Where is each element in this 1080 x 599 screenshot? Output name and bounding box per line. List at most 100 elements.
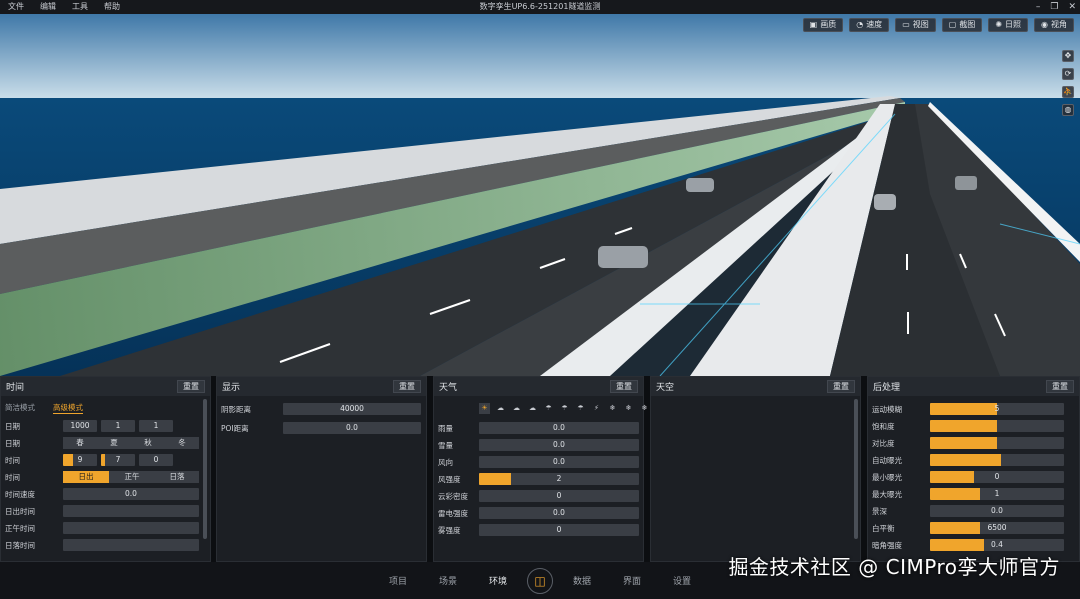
close-icon[interactable]: ✕ <box>1068 0 1076 14</box>
setting-slider[interactable]: 0.0 <box>479 456 639 468</box>
slider-value: 0 <box>556 491 562 500</box>
slider-fill <box>930 403 997 415</box>
poi-distance-field[interactable]: 0.0 <box>283 422 421 434</box>
menu-file[interactable]: 文件 <box>0 0 32 14</box>
sunrise-time-field[interactable] <box>63 505 199 517</box>
home-button[interactable]: ◫ <box>527 567 553 594</box>
reset-button[interactable]: 重置 <box>610 380 638 393</box>
setting-slider[interactable]: 0 <box>479 490 639 502</box>
scene-viewport[interactable]: 云层高度0.6云朵速度0.07云朵方向0.0云朵阴影雾密度0.01雾范围5000… <box>0 14 1080 376</box>
setting-slider[interactable] <box>930 420 1064 432</box>
view-icon: ▭ <box>902 20 910 29</box>
view-button[interactable]: ▭ 视图 <box>895 18 936 32</box>
setting-slider[interactable]: 0.0 <box>479 439 639 451</box>
slider-value: 0.0 <box>553 440 565 449</box>
nav-settings[interactable]: 设置 <box>657 574 707 587</box>
slider-value: 0 <box>994 472 1000 481</box>
setting-label: 自动曝光 <box>872 456 902 465</box>
nav-environment[interactable]: 环境 <box>473 574 523 587</box>
snow-icon[interactable]: ❄ <box>607 403 618 414</box>
year-field[interactable]: 1000 <box>63 420 97 432</box>
storm-icon[interactable]: ⚡ <box>591 403 602 414</box>
shadow-distance-field[interactable]: 40000 <box>283 403 421 415</box>
mode-sunset[interactable]: 日落 <box>155 471 199 483</box>
setting-slider[interactable]: 0.0 <box>930 505 1064 517</box>
screenshot-button[interactable]: ▢ 截图 <box>941 18 983 32</box>
restore-icon[interactable]: ❐ <box>1050 0 1058 14</box>
scrollbar[interactable] <box>203 399 207 539</box>
setting-slider[interactable] <box>930 454 1064 466</box>
panel-header: 天气 重置 <box>434 377 643 396</box>
slider-value: 0.0 <box>553 508 565 517</box>
quality-button[interactable]: ▣ 画质 <box>802 18 844 32</box>
slider-value: 1 <box>994 489 1000 498</box>
slider-fill <box>479 473 511 485</box>
nav-interface[interactable]: 界面 <box>607 574 657 587</box>
day-field[interactable]: 1 <box>139 420 173 432</box>
cloud-icon[interactable]: ☁ <box>495 403 506 414</box>
tab-advanced[interactable]: 高级模式 <box>53 402 83 414</box>
globe-icon[interactable]: ◍ <box>1062 104 1074 116</box>
setting-slider[interactable]: 2 <box>479 473 639 485</box>
menu-edit[interactable]: 编辑 <box>32 0 64 14</box>
setting-slider[interactable]: 0.0 <box>479 507 639 519</box>
rain-icon[interactable]: ☂ <box>543 403 554 414</box>
reset-button[interactable]: 重置 <box>1046 380 1074 393</box>
nav-scene[interactable]: 场景 <box>423 574 473 587</box>
minute-field[interactable]: 7 <box>101 454 135 466</box>
season-winter[interactable]: 冬 <box>165 437 199 449</box>
cloud-icon[interactable]: ☁ <box>511 403 522 414</box>
setting-label: 云彩密度 <box>438 492 468 501</box>
setting-slider[interactable]: 0.4 <box>930 539 1064 551</box>
setting-label: 风强度 <box>438 475 461 484</box>
setting-slider[interactable]: 0 <box>930 471 1064 483</box>
time-speed-label: 时间速度 <box>5 490 35 499</box>
scene-render: 云层高度0.6云朵速度0.07云朵方向0.0云朵阴影雾密度0.01雾范围5000… <box>0 14 1080 376</box>
scrollbar[interactable] <box>854 399 858 539</box>
sun-icon[interactable]: ☀ <box>479 403 490 414</box>
season-summer[interactable]: 夏 <box>97 437 131 449</box>
sunset-time-field[interactable] <box>63 539 199 551</box>
menu-help[interactable]: 帮助 <box>96 0 128 14</box>
setting-slider[interactable]: 6500 <box>930 522 1064 534</box>
speed-button[interactable]: ◔ 速度 <box>849 18 890 32</box>
mode-noon[interactable]: 正午 <box>109 471 155 483</box>
slider-fill <box>930 488 980 500</box>
setting-slider[interactable] <box>930 437 1064 449</box>
reset-button[interactable]: 重置 <box>827 380 855 393</box>
setting-label: 雨量 <box>438 424 453 433</box>
setting-slider[interactable]: 0 <box>479 524 639 536</box>
tab-simple[interactable]: 简洁模式 <box>5 402 35 414</box>
mode-sunrise[interactable]: 日出 <box>63 471 109 483</box>
reset-button[interactable]: 重置 <box>393 380 421 393</box>
setting-slider[interactable]: 1 <box>930 488 1064 500</box>
nav-data[interactable]: 数据 <box>557 574 607 587</box>
setting-slider[interactable]: 5 <box>930 403 1064 415</box>
perspective-button[interactable]: ◉ 视角 <box>1034 18 1074 32</box>
snow-icon[interactable]: ❄ <box>639 403 650 414</box>
sunlight-button[interactable]: ✺ 日照 <box>988 18 1029 32</box>
nav-project[interactable]: 项目 <box>373 574 423 587</box>
second-field[interactable]: 0 <box>139 454 173 466</box>
setting-slider[interactable]: 0.0 <box>479 422 639 434</box>
orbit-icon[interactable]: ⟳ <box>1062 68 1074 80</box>
reset-button[interactable]: 重置 <box>177 380 205 393</box>
cloud-icon[interactable]: ☁ <box>527 403 538 414</box>
menu-tools[interactable]: 工具 <box>64 0 96 14</box>
move-icon[interactable]: ✥ <box>1062 50 1074 62</box>
noon-time-field[interactable] <box>63 522 199 534</box>
time-speed-slider[interactable]: 0.0 <box>63 488 199 500</box>
snow-icon[interactable]: ❄ <box>623 403 634 414</box>
pedestrian-icon[interactable]: ⛹ <box>1062 86 1074 98</box>
month-field[interactable]: 1 <box>101 420 135 432</box>
minimize-icon[interactable]: – <box>1036 0 1041 14</box>
season-autumn[interactable]: 秋 <box>131 437 165 449</box>
sunrise-time-label: 日出时间 <box>5 507 35 516</box>
panel-header: 显示 重置 <box>217 377 426 396</box>
season-spring[interactable]: 春 <box>63 437 97 449</box>
panel-header: 天空 重置 <box>651 377 860 396</box>
panel-title: 时间 <box>6 383 25 393</box>
rain-icon[interactable]: ☂ <box>575 403 586 414</box>
hour-field[interactable]: 9 <box>63 454 97 466</box>
rain-icon[interactable]: ☂ <box>559 403 570 414</box>
